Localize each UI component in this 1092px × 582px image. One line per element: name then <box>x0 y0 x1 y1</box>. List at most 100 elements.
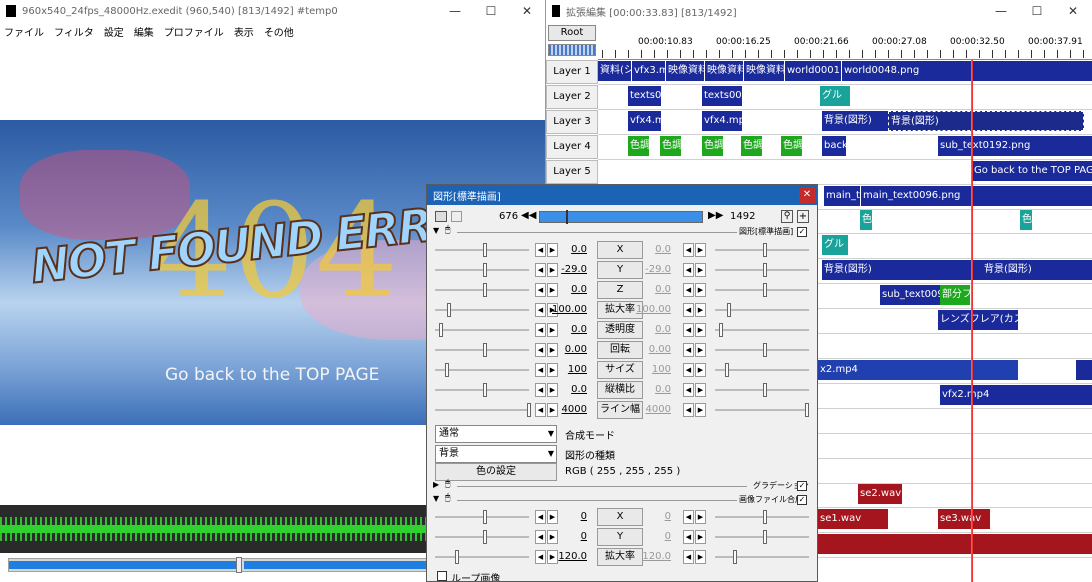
param-slider-end[interactable] <box>715 263 809 277</box>
seek-thumb[interactable] <box>236 557 242 573</box>
maximize-button[interactable]: ☐ <box>473 0 509 22</box>
next-frame-icon[interactable]: ▶▶ <box>708 210 723 221</box>
clip[interactable]: 色調 <box>702 136 723 156</box>
param-end-value[interactable]: 0 <box>627 531 671 542</box>
slider-thumb[interactable] <box>763 263 767 277</box>
param-slider-start[interactable] <box>435 403 531 417</box>
clip[interactable]: 背景(図形) <box>982 260 1092 280</box>
param-start-value[interactable]: 100 <box>543 364 587 375</box>
param-end-value[interactable]: 0.0 <box>627 284 671 295</box>
menu-profile[interactable]: プロファイル <box>164 24 224 39</box>
zoom-scale-bar[interactable] <box>548 44 596 56</box>
param-start-value[interactable]: 0 <box>543 531 587 542</box>
menu-edit[interactable]: 編集 <box>134 24 154 39</box>
increment-button[interactable]: ▶ <box>695 510 706 524</box>
decrement-button[interactable]: ◀ <box>683 363 694 377</box>
param-start-value[interactable]: 0.0 <box>543 384 587 395</box>
increment-button[interactable]: ▶ <box>695 263 706 277</box>
section-enable-checkbox[interactable]: ✓ <box>797 227 807 237</box>
clip[interactable]: main_text0096.png <box>861 186 1092 206</box>
increment-button[interactable]: ▶ <box>695 243 706 257</box>
param-start-value[interactable]: -29.0 <box>543 264 587 275</box>
param-end-value[interactable]: 0 <box>627 511 671 522</box>
param-slider-end[interactable] <box>715 303 809 317</box>
param-start-value[interactable]: 0.00 <box>543 344 587 355</box>
clip[interactable]: グル <box>820 86 850 106</box>
clip[interactable]: x2.mp4 <box>818 360 1018 380</box>
slider-thumb[interactable] <box>727 303 731 317</box>
root-button[interactable]: Root <box>548 25 596 41</box>
slider-thumb[interactable] <box>733 550 737 564</box>
param-start-value[interactable]: 4000 <box>543 404 587 415</box>
decrement-button[interactable]: ◀ <box>683 283 694 297</box>
slider-thumb[interactable] <box>483 530 487 544</box>
clip[interactable]: 色 <box>860 210 872 230</box>
slider-thumb[interactable] <box>483 383 487 397</box>
clip[interactable]: texts00 <box>628 86 661 106</box>
increment-button[interactable]: ▶ <box>695 403 706 417</box>
pin-icon[interactable]: ⚲ <box>781 210 793 223</box>
param-slider-start[interactable] <box>435 550 529 564</box>
slider-thumb[interactable] <box>483 510 487 524</box>
slider-thumb[interactable] <box>483 283 487 297</box>
param-start-value[interactable]: 0 <box>543 511 587 522</box>
increment-button[interactable]: ▶ <box>695 343 706 357</box>
close-button[interactable]: ✕ <box>509 0 545 22</box>
time-ruler[interactable]: 00:00:10.83 00:00:16.25 00:00:21.66 00:0… <box>598 30 1092 60</box>
param-slider-end[interactable] <box>715 363 809 377</box>
decrement-button[interactable]: ◀ <box>683 403 694 417</box>
increment-button[interactable]: ▶ <box>695 550 706 564</box>
increment-button[interactable]: ▶ <box>695 283 706 297</box>
layer-1-label[interactable]: Layer 1 <box>546 60 598 84</box>
param-slider-start[interactable] <box>435 323 529 337</box>
layer-4-label[interactable]: Layer 4 <box>546 135 598 159</box>
clip[interactable]: vfx4.mp4 <box>702 111 742 131</box>
clip[interactable]: グル <box>822 235 848 255</box>
decrement-button[interactable]: ◀ <box>683 243 694 257</box>
decrement-button[interactable]: ◀ <box>683 510 694 524</box>
param-start-value[interactable]: 100.00 <box>543 304 587 315</box>
clip[interactable]: 色調 <box>660 136 681 156</box>
slider-thumb[interactable] <box>719 323 723 337</box>
increment-button[interactable]: ▶ <box>695 363 706 377</box>
decrement-button[interactable]: ◀ <box>683 343 694 357</box>
loop-image-checkbox[interactable] <box>437 571 447 581</box>
clip[interactable]: vfx4.m <box>628 111 661 131</box>
param-slider-start[interactable] <box>435 510 529 524</box>
playhead[interactable] <box>972 60 973 582</box>
clip[interactable]: world0048.png <box>842 61 1092 81</box>
clip[interactable]: texts009 <box>702 86 742 106</box>
tl-minimize-button[interactable]: — <box>983 0 1019 22</box>
slider-thumb[interactable] <box>455 550 459 564</box>
slider-thumb[interactable] <box>439 323 443 337</box>
slider-thumb[interactable] <box>527 403 531 417</box>
param-slider-start[interactable] <box>435 303 529 317</box>
frame-slider-thumb[interactable] <box>566 210 568 224</box>
clip[interactable]: 映像資料 <box>705 61 743 81</box>
image-composite-enable-checkbox[interactable]: ✓ <box>797 495 807 505</box>
menu-settings[interactable]: 設定 <box>104 24 124 39</box>
add-filter-icon[interactable]: + <box>797 210 809 223</box>
clip[interactable]: 資料(シ <box>598 61 631 81</box>
clip[interactable]: 部分フィ <box>940 285 970 305</box>
clip[interactable]: Go back to the TOP PAGE <box>972 161 1092 181</box>
gradient-enable-checkbox[interactable]: ✓ <box>797 481 807 491</box>
param-slider-end[interactable] <box>715 343 809 357</box>
prev-frame-icon[interactable]: ◀◀ <box>521 210 536 221</box>
menu-view[interactable]: 表示 <box>234 24 254 39</box>
param-slider-end[interactable] <box>715 323 809 337</box>
param-slider-start[interactable] <box>435 363 529 377</box>
frame-slider[interactable] <box>539 210 703 224</box>
param-end-value[interactable]: 100.00 <box>627 304 671 315</box>
audio-icon[interactable] <box>451 211 462 222</box>
param-end-value[interactable]: 100 <box>627 364 671 375</box>
layer-2-label[interactable]: Layer 2 <box>546 85 598 109</box>
shape-type-select[interactable]: 背景 ▼ <box>435 445 557 463</box>
slider-thumb[interactable] <box>763 283 767 297</box>
minimize-button[interactable]: — <box>437 0 473 22</box>
clip[interactable]: main_te <box>824 186 860 206</box>
param-end-value[interactable]: 0.0 <box>627 384 671 395</box>
slider-thumb[interactable] <box>763 383 767 397</box>
decrement-button[interactable]: ◀ <box>683 530 694 544</box>
menu-other[interactable]: その他 <box>264 24 294 39</box>
